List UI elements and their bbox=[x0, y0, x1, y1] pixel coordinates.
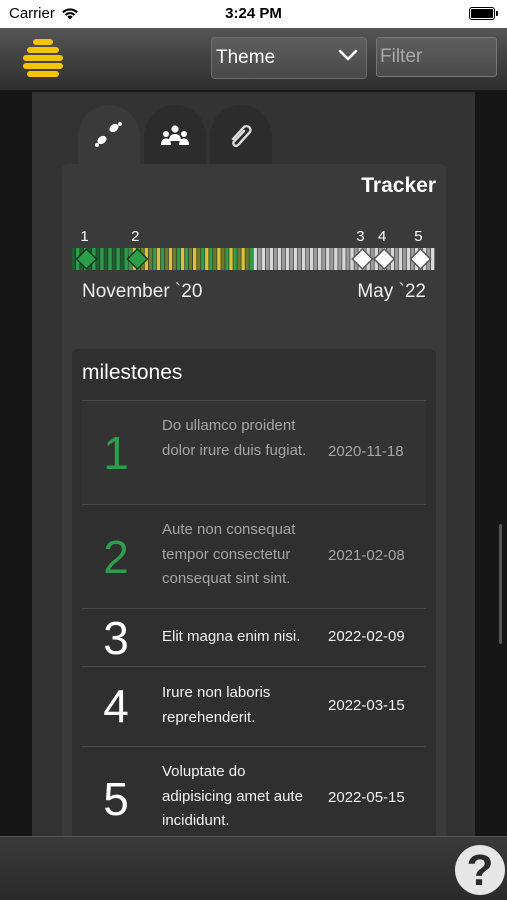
clock: 3:24 PM bbox=[225, 5, 282, 22]
milestone-number: 5 bbox=[103, 773, 129, 825]
timeline-end-label: May `22 bbox=[357, 281, 426, 302]
milestones-title: milestones bbox=[82, 361, 183, 384]
milestones-list: 1 Do ullamco proident dolor irure duis f… bbox=[82, 400, 426, 836]
theme-select[interactable]: Theme bbox=[211, 37, 367, 79]
milestone-number: 2 bbox=[103, 531, 129, 583]
milestones-card: milestones 1 Do ullamco proident dolor i… bbox=[72, 349, 436, 836]
milestone-date: 2020-11-18 bbox=[328, 443, 404, 460]
timeline-marker-label: 1 bbox=[80, 228, 88, 245]
tab-footsteps[interactable] bbox=[78, 105, 140, 165]
milestone-number: 1 bbox=[103, 427, 129, 479]
tracker-panel: Tracker 12345 November `20 May `22 miles… bbox=[62, 164, 446, 836]
app-header: Theme bbox=[0, 28, 507, 92]
milestone-text: Aute non consequat tempor consectetur co… bbox=[162, 521, 296, 587]
milestone-row[interactable]: 3 Elit magna enim nisi. 2022-02-09 bbox=[82, 608, 426, 666]
tab-people[interactable] bbox=[144, 105, 206, 165]
paperclip-icon bbox=[231, 124, 252, 148]
milestone-row[interactable]: 5 Voluptate do adipisicing amet aute inc… bbox=[82, 746, 426, 836]
scrollbar[interactable] bbox=[499, 524, 502, 644]
theme-select-label: Theme bbox=[216, 47, 276, 68]
milestone-text: Elit magna enim nisi. bbox=[162, 628, 301, 645]
status-bar: Carrier 3:24 PM bbox=[0, 0, 507, 28]
timeline-marker-label: 4 bbox=[378, 228, 386, 245]
footer-bar: ? bbox=[0, 836, 507, 900]
milestone-number: 3 bbox=[103, 612, 129, 664]
milestone-text: Irure non laboris reprehenderit. bbox=[162, 684, 271, 726]
tracker-title: Tracker bbox=[361, 174, 436, 197]
help-button[interactable]: ? bbox=[455, 845, 505, 895]
footsteps-icon bbox=[95, 122, 122, 147]
beehive-logo-icon[interactable] bbox=[20, 38, 66, 78]
timeline-marker-label: 3 bbox=[356, 228, 364, 245]
filter-input[interactable] bbox=[376, 37, 497, 77]
milestone-number: 4 bbox=[103, 680, 129, 732]
milestone-row[interactable]: 4 Irure non laboris reprehenderit. 2022-… bbox=[82, 666, 426, 746]
main-content: Tracker 12345 November `20 May `22 miles… bbox=[0, 92, 507, 836]
milestone-date: 2022-03-15 bbox=[328, 697, 405, 714]
milestone-date: 2022-02-09 bbox=[328, 628, 405, 645]
timeline-marker-label: 2 bbox=[131, 228, 139, 245]
tab-attachments[interactable] bbox=[210, 105, 272, 165]
timeline-start-label: November `20 bbox=[82, 281, 203, 302]
milestone-row[interactable]: 2 Aute non consequat tempor consectetur … bbox=[82, 504, 426, 608]
milestone-date: 2021-02-08 bbox=[328, 547, 405, 564]
timeline-marker-label: 5 bbox=[414, 228, 422, 245]
battery-icon bbox=[469, 7, 498, 20]
chevron-down-icon bbox=[338, 49, 358, 61]
milestone-text: Do ullamco proident dolor irure duis fug… bbox=[162, 417, 307, 459]
people-icon bbox=[161, 125, 189, 145]
milestone-date: 2022-05-15 bbox=[328, 789, 405, 806]
milestone-row[interactable]: 1 Do ullamco proident dolor irure duis f… bbox=[82, 400, 426, 504]
milestone-text: Voluptate do adipisicing amet aute incid… bbox=[162, 763, 303, 829]
